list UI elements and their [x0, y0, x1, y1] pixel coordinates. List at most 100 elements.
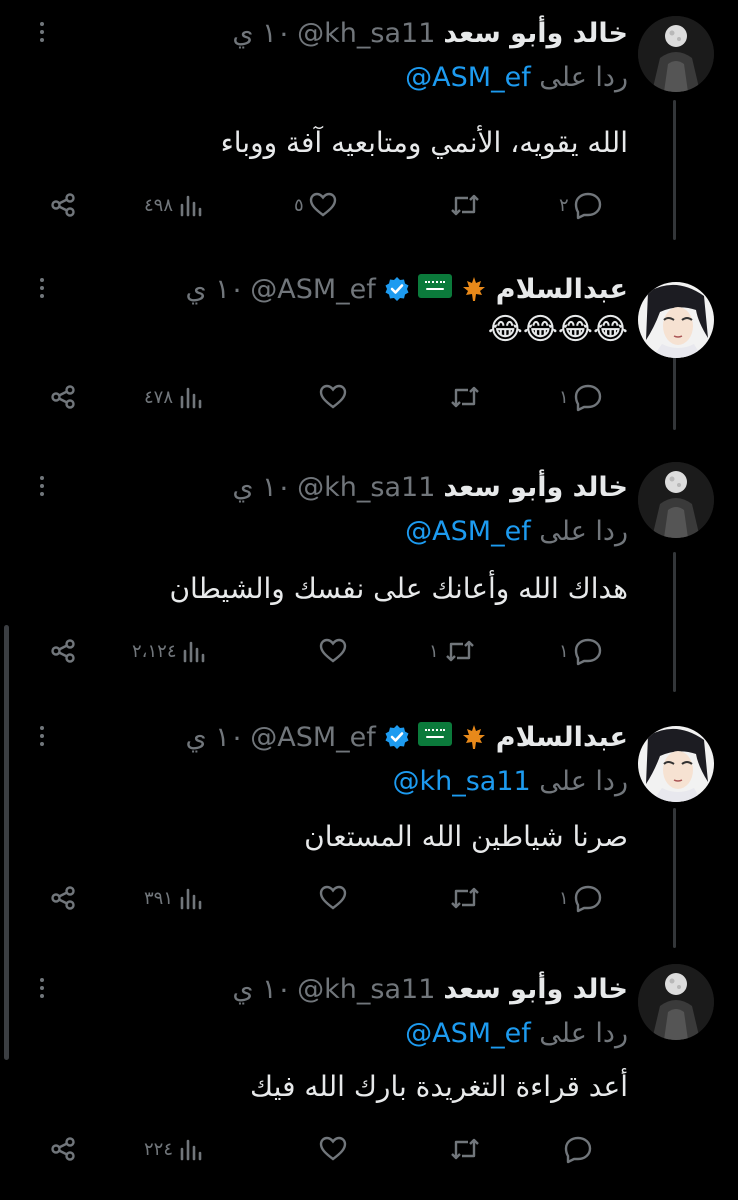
author-name[interactable]: عبدالسلام: [496, 722, 628, 753]
saudi-flag-icon: [417, 721, 452, 753]
retweet-icon: [451, 887, 479, 909]
reply-icon: [574, 638, 601, 666]
more-icon[interactable]: [30, 724, 54, 748]
author-handle[interactable]: @ASM_ef: [250, 722, 376, 753]
views-button[interactable]: ٤٧٨: [140, 377, 205, 417]
tweet-text: أعد قراءة التغريدة بارك الله فيك: [250, 1070, 628, 1103]
avatar[interactable]: [638, 16, 714, 92]
views-icon: [180, 195, 202, 217]
timestamp[interactable]: ١٠ ي: [232, 18, 291, 49]
share-button[interactable]: [48, 631, 78, 671]
tweet[interactable]: عبدالسلام @ASM_ef ١٠ ي 😂😂😂😂 ٤٧٨ ١: [0, 272, 738, 432]
retweet-button[interactable]: [440, 185, 482, 225]
retweet-count: ١: [429, 640, 439, 662]
like-icon: [309, 192, 336, 217]
more-icon[interactable]: [30, 20, 54, 44]
views-button[interactable]: ٣٩١: [140, 878, 205, 918]
author-name[interactable]: خالد وأبو سعد: [443, 472, 628, 503]
retweet-button[interactable]: [440, 1129, 482, 1169]
share-icon: [51, 1137, 75, 1161]
tweet[interactable]: خالد وأبو سعد @kh_sa11 ١٠ ي ردا على @ASM…: [0, 964, 738, 1192]
like-icon: [319, 885, 347, 910]
reply-mention-link[interactable]: @ASM_ef: [405, 1018, 531, 1049]
reply-button[interactable]: ٢: [555, 185, 603, 225]
reply-mention-link[interactable]: @ASM_ef: [405, 62, 531, 93]
reply-button[interactable]: [555, 1129, 593, 1169]
tweet-text: 😂😂😂😂: [487, 312, 628, 347]
like-button[interactable]: [310, 878, 348, 918]
views-button[interactable]: ٢،١٢٤: [128, 631, 208, 671]
moon-mask-avatar-icon: [638, 964, 714, 1040]
saudi-flag-icon: [417, 273, 452, 305]
share-button[interactable]: [48, 185, 78, 225]
views-button[interactable]: ٤٩٨: [140, 185, 205, 225]
timestamp[interactable]: ١٠ ي: [232, 472, 291, 503]
tweet-text: الله يقويه، الأنمي ومتابعيه آفة ووباء: [220, 126, 628, 159]
views-count: ٢،١٢٤: [132, 640, 177, 662]
share-icon: [51, 193, 75, 217]
reply-count: ٢: [559, 194, 569, 216]
reply-prefix: ردا على: [539, 62, 628, 93]
anime-character-avatar-icon: [638, 282, 714, 358]
author-handle[interactable]: @kh_sa11: [297, 18, 435, 49]
retweet-button[interactable]: [440, 377, 482, 417]
more-icon[interactable]: [30, 976, 54, 1000]
retweet-icon: [451, 386, 479, 408]
author-name[interactable]: خالد وأبو سعد: [443, 18, 628, 49]
reply-mention-link[interactable]: @ASM_ef: [405, 516, 531, 547]
views-count: ٤٩٨: [144, 194, 174, 216]
action-bar: ٢،١٢٤ ١ ١: [40, 631, 620, 671]
timestamp[interactable]: ١٠ ي: [232, 974, 291, 1005]
share-icon: [51, 886, 75, 910]
author-name[interactable]: عبدالسلام: [496, 274, 628, 305]
verified-badge-icon: [384, 276, 410, 302]
timestamp[interactable]: ١٠ ي: [186, 722, 245, 753]
reply-button[interactable]: ١: [555, 377, 603, 417]
reply-icon: [574, 192, 601, 220]
more-icon[interactable]: [30, 474, 54, 498]
avatar[interactable]: [638, 964, 714, 1040]
views-button[interactable]: ٢٢٤: [140, 1129, 205, 1169]
action-bar: ٢٢٤: [40, 1129, 620, 1169]
retweet-button[interactable]: [440, 878, 482, 918]
reply-icon: [574, 885, 601, 913]
like-button[interactable]: [310, 1129, 348, 1169]
author-handle[interactable]: @kh_sa11: [297, 472, 435, 503]
more-icon[interactable]: [30, 276, 54, 300]
retweet-icon: [445, 640, 474, 662]
like-button[interactable]: [310, 377, 348, 417]
avatar[interactable]: [638, 462, 714, 538]
reply-icon: [564, 1136, 592, 1164]
tweet[interactable]: خالد وأبو سعد @kh_sa11 ١٠ ي ردا على @ASM…: [0, 462, 738, 690]
views-count: ٢٢٤: [144, 1138, 174, 1160]
timestamp[interactable]: ١٠ ي: [186, 274, 245, 305]
reply-prefix: ردا على: [539, 1018, 628, 1049]
tweet-header: خالد وأبو سعد @kh_sa11 ١٠ ي: [232, 470, 628, 504]
action-bar: ٣٩١ ١: [40, 878, 620, 918]
reply-context: ردا على @ASM_ef: [405, 1018, 628, 1049]
like-button[interactable]: ٥: [290, 185, 338, 225]
share-button[interactable]: [48, 1129, 78, 1169]
tweet-header: خالد وأبو سعد @kh_sa11 ١٠ ي: [232, 16, 628, 50]
reply-mention-link[interactable]: @kh_sa11: [392, 766, 530, 797]
reply-icon: [574, 384, 601, 412]
share-button[interactable]: [48, 878, 78, 918]
retweet-icon: [451, 194, 479, 216]
author-handle[interactable]: @ASM_ef: [250, 274, 376, 305]
retweet-icon: [451, 1138, 479, 1160]
share-button[interactable]: [48, 377, 78, 417]
author-handle[interactable]: @kh_sa11: [297, 974, 435, 1005]
tweet[interactable]: خالد وأبو سعد @kh_sa11 ١٠ ي ردا على @ASM…: [0, 16, 738, 236]
reply-count: ١: [559, 887, 569, 909]
author-name[interactable]: خالد وأبو سعد: [443, 974, 628, 1005]
avatar[interactable]: [638, 282, 714, 358]
retweet-button[interactable]: ١: [425, 631, 477, 671]
share-icon: [51, 385, 75, 409]
avatar[interactable]: [638, 726, 714, 802]
tweet-header: عبدالسلام @ASM_ef ١٠ ي: [186, 720, 628, 754]
reply-button[interactable]: ١: [555, 631, 603, 671]
views-icon: [180, 888, 202, 910]
tweet[interactable]: عبدالسلام @ASM_ef ١٠ ي ردا على @kh_sa11 …: [0, 720, 738, 940]
reply-button[interactable]: ١: [555, 878, 603, 918]
like-button[interactable]: [310, 631, 348, 671]
